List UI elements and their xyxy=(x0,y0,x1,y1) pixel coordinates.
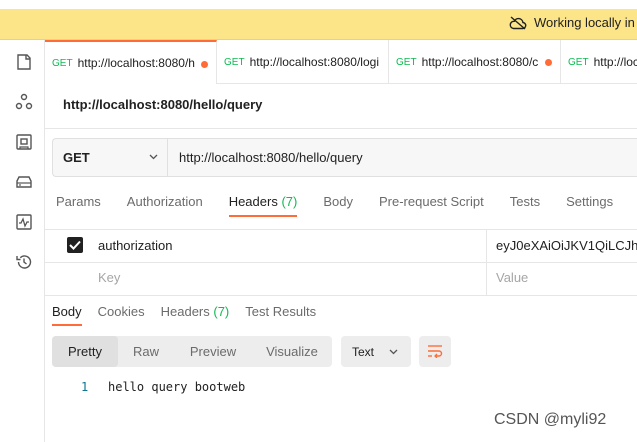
wrap-lines-button[interactable] xyxy=(419,336,451,367)
checkmark-icon xyxy=(69,240,81,250)
new-value-input[interactable]: Value xyxy=(496,270,528,285)
header-enabled-checkbox[interactable] xyxy=(67,237,83,253)
tab-prerequest-script[interactable]: Pre-request Script xyxy=(379,194,484,209)
tab-headers-label: Headers xyxy=(228,194,278,209)
format-select[interactable]: Text xyxy=(341,336,411,367)
view-preview-button[interactable]: Preview xyxy=(174,336,252,367)
tab-url: http://localhost:8080/logi xyxy=(249,55,379,69)
left-sidebar xyxy=(0,40,45,442)
response-headers-label: Headers xyxy=(160,304,210,319)
response-tab-cookies[interactable]: Cookies xyxy=(98,304,145,319)
response-tab-headers[interactable]: Headers (7) xyxy=(161,304,230,319)
divider xyxy=(45,128,637,129)
url-input[interactable]: http://localhost:8080/hello/query xyxy=(179,150,363,165)
banner-content: Working locally in S xyxy=(509,15,637,30)
tab-method: GET xyxy=(568,56,589,68)
tab-url: http://localhost:8080/c xyxy=(421,55,539,69)
format-value: Text xyxy=(352,344,375,359)
watermark: CSDN @myli92 xyxy=(494,411,607,428)
tab-url: http://localho xyxy=(593,55,637,69)
method-value: GET xyxy=(63,150,90,165)
response-tab-body[interactable]: Body xyxy=(52,304,82,326)
unsaved-dot-icon xyxy=(201,61,208,68)
table-column-divider xyxy=(486,229,487,295)
chevron-down-icon xyxy=(149,154,158,160)
view-visualize-button[interactable]: Visualize xyxy=(252,336,332,367)
response-body-text[interactable]: hello query bootweb xyxy=(108,380,245,394)
tab-tests[interactable]: Tests xyxy=(510,194,540,209)
cloud-off-icon xyxy=(509,15,527,30)
tab-method: GET xyxy=(224,56,245,68)
response-tabs: Body Cookies Headers (7) Test Results xyxy=(52,304,332,326)
request-tab-1[interactable]: GET http://localhost:8080/h xyxy=(45,40,217,84)
mock-servers-icon[interactable] xyxy=(15,173,33,191)
table-border xyxy=(45,229,637,230)
request-tab-3[interactable]: GET http://localhost:8080/c xyxy=(389,40,561,84)
collections-icon[interactable] xyxy=(15,53,33,71)
view-mode-switch: Pretty Raw Preview Visualize xyxy=(52,336,332,367)
request-tab-bar: GET http://localhost:8080/h GET http://l… xyxy=(45,40,637,84)
view-pretty-button[interactable]: Pretty xyxy=(52,336,118,367)
method-select[interactable]: GET xyxy=(53,139,168,176)
chevron-down-icon xyxy=(389,349,398,355)
response-tab-test-results[interactable]: Test Results xyxy=(245,304,316,319)
tab-params[interactable]: Params xyxy=(56,194,101,209)
response-headers-count: (7) xyxy=(213,304,230,319)
header-value-input[interactable]: eyJ0eXAiOiJKV1QiLCJhb xyxy=(496,238,637,253)
postman-window: Working locally in S GET http://localhos… xyxy=(0,0,637,442)
apis-icon[interactable] xyxy=(15,93,33,111)
banner-text: Working locally in S xyxy=(534,15,637,30)
headers-count: (7) xyxy=(281,194,298,209)
table-border xyxy=(45,295,637,296)
new-key-input[interactable]: Key xyxy=(98,270,120,285)
tab-method: GET xyxy=(396,56,417,68)
tab-body[interactable]: Body xyxy=(323,194,353,209)
tab-authorization[interactable]: Authorization xyxy=(127,194,203,209)
monitors-icon[interactable] xyxy=(15,213,33,231)
top-strip xyxy=(0,0,637,9)
view-raw-button[interactable]: Raw xyxy=(118,336,174,367)
tab-headers[interactable]: Headers (7) xyxy=(228,194,298,217)
line-number: 1 xyxy=(81,380,89,394)
environments-icon[interactable] xyxy=(15,133,33,151)
unsaved-dot-icon xyxy=(545,59,552,66)
workspace-banner[interactable]: Working locally in S xyxy=(0,9,637,40)
tab-method: GET xyxy=(52,57,73,69)
history-icon[interactable] xyxy=(15,253,33,271)
url-bar: GET http://localhost:8080/hello/query xyxy=(52,138,637,177)
request-title[interactable]: http://localhost:8080/hello/query xyxy=(63,97,262,112)
request-tab-2[interactable]: GET http://localhost:8080/logi xyxy=(217,40,389,84)
header-key-input[interactable]: authorization xyxy=(98,238,172,253)
table-border xyxy=(45,262,637,263)
tab-settings[interactable]: Settings xyxy=(566,194,613,209)
request-tab-4[interactable]: GET http://localho xyxy=(561,40,637,84)
tab-url: http://localhost:8080/h xyxy=(77,56,195,70)
wrap-lines-icon xyxy=(428,345,443,358)
request-section-tabs: Params Authorization Headers (7) Body Pr… xyxy=(56,194,637,217)
